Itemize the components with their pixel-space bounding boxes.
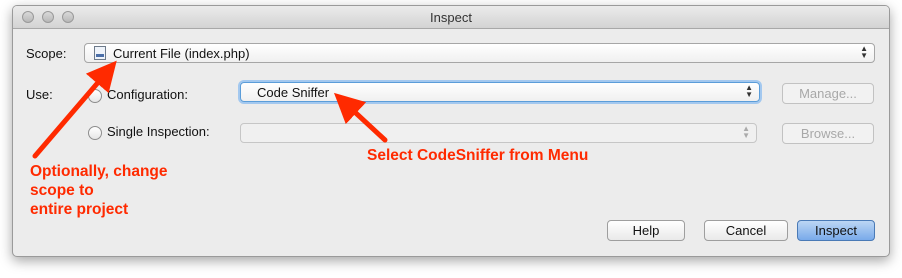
configuration-arrow [333,92,388,143]
scope-annotation: Optionally, change scope to entire proje… [30,162,168,219]
scope-annotation-line1: Optionally, change [30,163,168,180]
scope-annotation-line3: entire project [30,201,129,218]
scope-arrow [32,60,117,159]
scope-annotation-line2: scope to [30,182,94,199]
menu-annotation: Select CodeSniffer from Menu [367,147,589,164]
annotation-arrows [32,60,388,159]
